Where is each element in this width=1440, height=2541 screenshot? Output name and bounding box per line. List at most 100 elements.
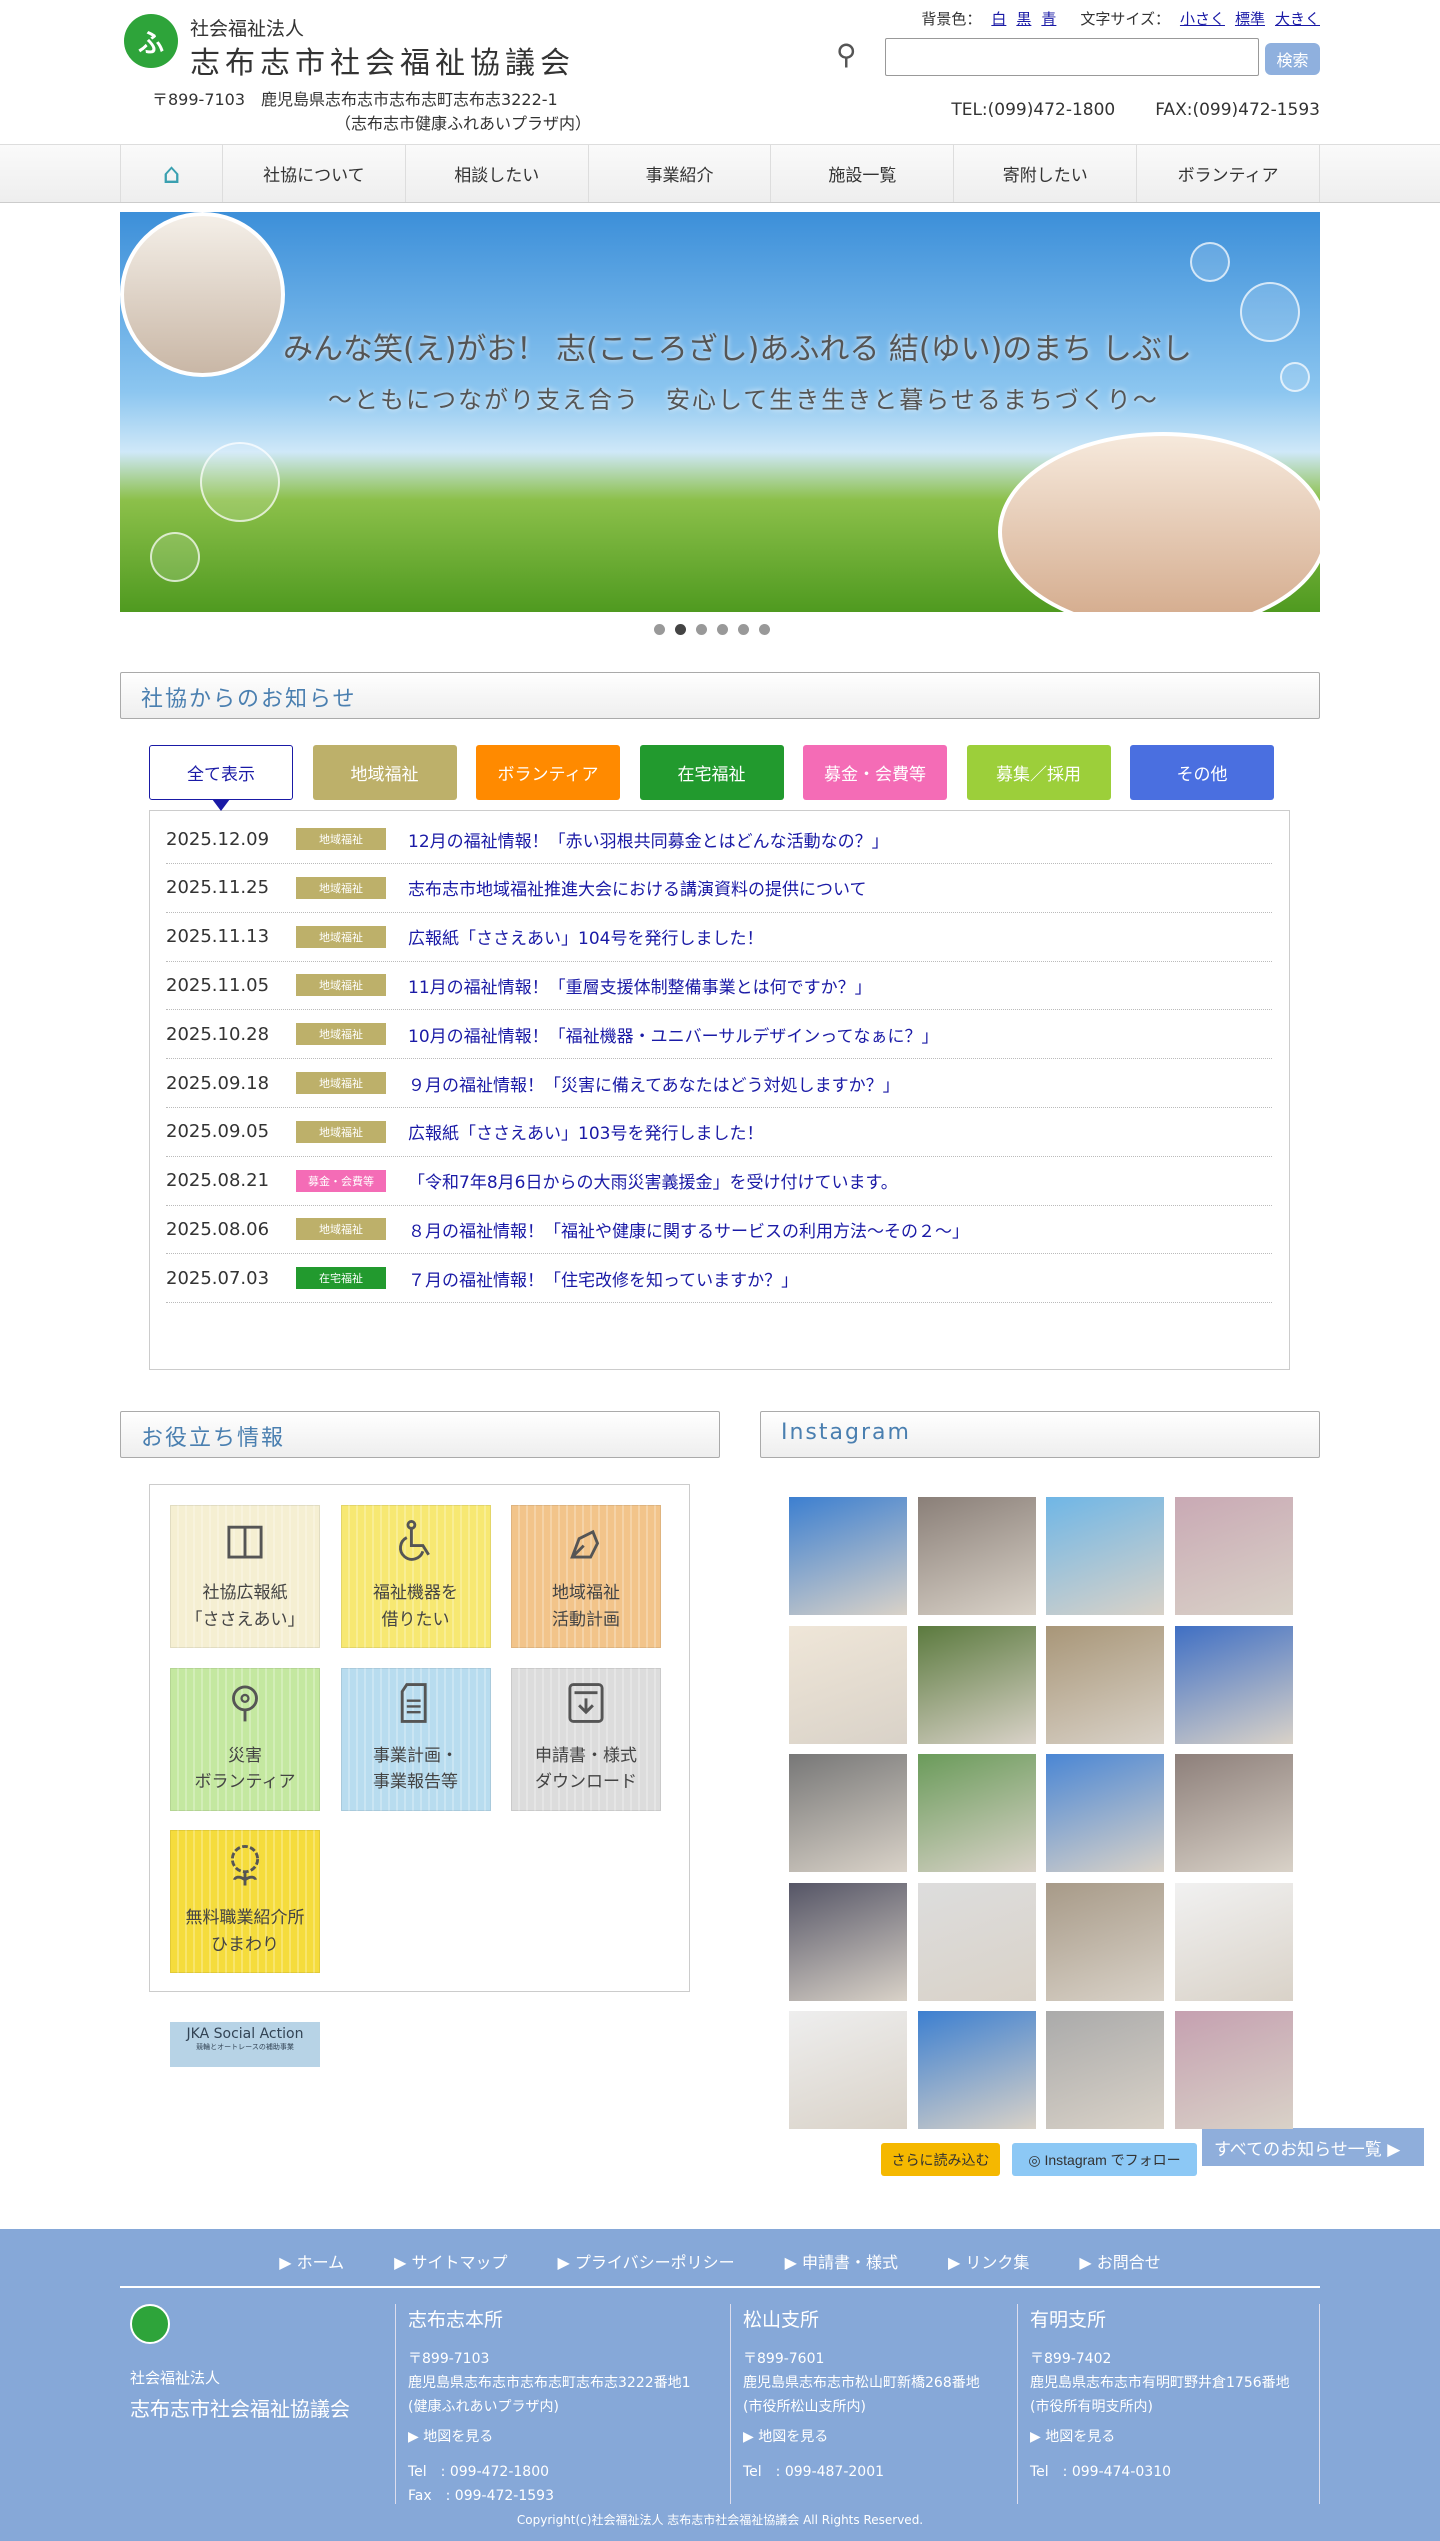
useful-tile[interactable]: 福祉機器を 借りたい — [340, 1505, 491, 1648]
office-addr: 鹿児島県志布志市有明町野井倉1756番地 — [1030, 2375, 1290, 2392]
tile-label-line2: 活動計画 — [552, 1609, 620, 1630]
instagram-post[interactable] — [917, 1625, 1036, 1744]
instagram-post[interactable] — [1174, 2011, 1293, 2129]
search-input[interactable] — [885, 38, 1259, 76]
office-map-link[interactable]: ▶ 地図を見る — [1030, 2426, 1319, 2450]
news-link[interactable]: ８月の福祉情報！「福祉や健康に関するサービスの利用方法〜その２〜」 — [408, 1217, 969, 1242]
instagram-post[interactable] — [1046, 1625, 1164, 1744]
load-more-button[interactable]: さらに読み込む — [881, 2143, 1000, 2176]
office-map-link[interactable]: ▶ 地図を見る — [408, 2426, 730, 2450]
news-link[interactable]: 広報紙「ささえあい」104号を発行しました！ — [408, 924, 763, 949]
news-category-badge[interactable]: 地域福祉 — [296, 1218, 386, 1241]
useful-tile[interactable]: 申請書・様式 ダウンロード — [511, 1667, 661, 1811]
useful-tile[interactable]: 無料職業紹介所 ひまわり — [170, 1830, 320, 1973]
filter-tab[interactable]: 募金・会費等 — [803, 745, 947, 800]
slider-dot[interactable] — [654, 624, 665, 635]
org-name[interactable]: 志布志市社会福祉協議会 — [190, 38, 575, 82]
news-category-badge[interactable]: 地域福祉 — [296, 828, 386, 850]
footer-link[interactable]: ▶ プライバシーポリシー — [558, 2249, 735, 2273]
footer-link[interactable]: ▶ サイトマップ — [394, 2249, 507, 2273]
news-link[interactable]: 「令和7年8月6日からの大雨災害義援金」を受け付けています。 — [408, 1168, 898, 1193]
instagram-post[interactable] — [917, 1882, 1036, 2001]
footer-org-type: 社会福祉法人 — [130, 2369, 221, 2387]
instagram-post[interactable] — [1174, 1497, 1293, 1615]
instagram-post[interactable] — [789, 1882, 907, 2001]
instagram-post[interactable] — [789, 1754, 907, 1872]
bg-white-link[interactable]: 白 — [991, 8, 1006, 29]
instagram-post[interactable] — [1046, 1497, 1164, 1615]
slider-dot[interactable] — [675, 624, 686, 635]
all-news-button[interactable]: すべてのお知らせ一覧 ▶ — [1202, 2128, 1424, 2166]
accessibility-options: 背景色： 白 黒 青 文字サイズ： 小さく 標準 大きく — [921, 8, 1320, 29]
news-category-badge[interactable]: 地域福祉 — [296, 876, 386, 899]
filter-tab[interactable]: 地域福祉 — [312, 745, 457, 800]
footer-logo — [130, 2304, 170, 2344]
instagram-post[interactable] — [1046, 2011, 1164, 2129]
news-category-badge[interactable]: 地域福祉 — [296, 1072, 386, 1094]
news-category-badge[interactable]: 地域福祉 — [296, 974, 386, 997]
instagram-post[interactable] — [789, 1497, 907, 1615]
jka-banner[interactable]: JKA Social Action 競輪とオートレースの補助事業 — [170, 2022, 320, 2067]
footer-link[interactable]: ▶ リンク集 — [948, 2249, 1029, 2273]
nav-services[interactable]: 事業紹介 — [589, 145, 772, 202]
nav-donate[interactable]: 寄附したい — [954, 145, 1138, 202]
instagram-post[interactable] — [789, 2011, 907, 2129]
useful-tile[interactable]: 地域福祉 活動計画 — [511, 1505, 661, 1648]
logo[interactable]: ふ — [124, 14, 178, 68]
news-category-badge[interactable]: 在宅福祉 — [296, 1267, 386, 1290]
instagram-post[interactable] — [1174, 1754, 1293, 1872]
font-large-link[interactable]: 大きく — [1275, 8, 1320, 29]
instagram-follow-button[interactable]: ◎ Instagram でフォロー — [1012, 2143, 1197, 2176]
bg-black-link[interactable]: 黒 — [1016, 8, 1031, 29]
instagram-post[interactable] — [1174, 1882, 1293, 2001]
footer-link[interactable]: ▶ 申請書・様式 — [785, 2249, 898, 2273]
tile-label-line2: 「ささえあい」 — [185, 1609, 305, 1630]
nav-volunteer[interactable]: ボランティア — [1137, 145, 1320, 202]
useful-tile[interactable]: 災害 ボランティア — [170, 1667, 320, 1811]
slider-dot[interactable] — [738, 624, 749, 635]
instagram-post[interactable] — [917, 1497, 1036, 1615]
news-link[interactable]: 広報紙「ささえあい」103号を発行しました！ — [408, 1119, 763, 1144]
instagram-post[interactable] — [1174, 1625, 1293, 1744]
useful-tile[interactable]: 事業計画・ 事業報告等 — [340, 1667, 491, 1811]
slider-dot[interactable] — [717, 624, 728, 635]
bg-blue-link[interactable]: 青 — [1041, 8, 1056, 29]
instagram-post[interactable] — [1046, 1754, 1164, 1872]
slider-dot[interactable] — [696, 624, 707, 635]
useful-tile[interactable]: 社協広報紙 「ささえあい」 — [170, 1505, 320, 1648]
news-category-badge[interactable]: 募金・会費等 — [296, 1169, 386, 1192]
nav-home[interactable]: ⌂ — [121, 145, 223, 202]
news-category-badge[interactable]: 地域福祉 — [296, 925, 386, 948]
news-category-badge[interactable]: 地域福祉 — [296, 1120, 386, 1143]
news-category-badge[interactable]: 地域福祉 — [296, 1023, 386, 1046]
news-link[interactable]: 10月の福祉情報！「福祉機器・ユニバーサルデザインってなぁに？」 — [408, 1022, 938, 1047]
filter-tab[interactable]: ボランティア — [476, 745, 620, 800]
instagram-post[interactable] — [917, 2011, 1036, 2129]
office-map-link[interactable]: ▶ 地図を見る — [743, 2426, 1017, 2450]
filter-tab[interactable]: 全て表示 — [149, 745, 293, 800]
instagram-post[interactable] — [917, 1754, 1036, 1872]
news-link[interactable]: 志布志市地域福祉推進大会における講演資料の提供について — [408, 875, 867, 900]
news-link[interactable]: ７月の福祉情報！「住宅改修を知っていますか？」 — [408, 1266, 798, 1291]
slider-dot[interactable] — [759, 624, 770, 635]
instagram-post[interactable] — [789, 1625, 907, 1744]
instagram-post[interactable] — [1046, 1882, 1164, 2001]
font-small-link[interactable]: 小さく — [1180, 8, 1225, 29]
news-link[interactable]: ９月の福祉情報！「災害に備えてあなたはどう対処しますか？」 — [408, 1071, 900, 1096]
footer-link-label: ホーム — [296, 2253, 345, 2272]
news-link[interactable]: 11月の福祉情報！「重層支援体制整備事業とは何ですか？」 — [408, 973, 872, 998]
font-normal-link[interactable]: 標準 — [1235, 8, 1265, 29]
nav-facilities[interactable]: 施設一覧 — [771, 145, 955, 202]
office-note: (市役所有明支所内) — [1030, 2398, 1153, 2415]
footer-link[interactable]: ▶ ホーム — [279, 2249, 344, 2273]
filter-tab[interactable]: 在宅福祉 — [639, 745, 784, 800]
news-link[interactable]: 12月の福祉情報！「赤い羽根共同募金とはどんな活動なの？」 — [408, 827, 889, 852]
filter-tab[interactable]: 募集／採用 — [966, 745, 1111, 800]
news-item: 2025.08.21 募金・会費等 「令和7年8月6日からの大雨災害義援金」を受け付… — [166, 1157, 1272, 1206]
search-button[interactable]: 検索 — [1265, 43, 1320, 75]
footer-link[interactable]: ▶ お問合せ — [1079, 2249, 1160, 2273]
nav-consult[interactable]: 相談したい — [406, 145, 589, 202]
filter-tab[interactable]: その他 — [1130, 745, 1274, 800]
nav-about[interactable]: 社協について — [223, 145, 406, 202]
hero-slider[interactable]: みんな笑(え)がお！ 志(こころざし)あふれる 結(ゆい)のまち しぶし 〜とも… — [120, 212, 1320, 612]
